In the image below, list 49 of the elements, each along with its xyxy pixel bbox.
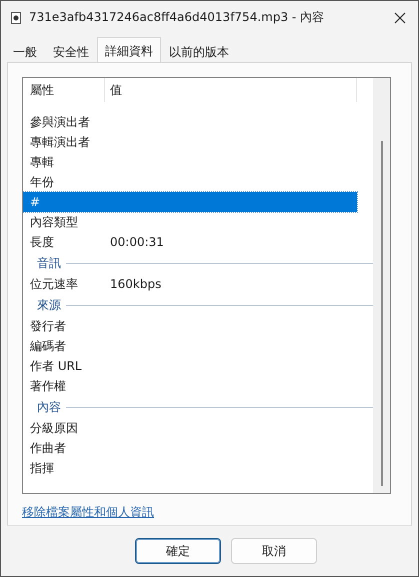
ok-button[interactable]: 確定	[135, 538, 221, 564]
property-name: 年份	[29, 174, 55, 190]
property-name: #	[29, 195, 42, 209]
group-heading: 來源	[37, 296, 61, 314]
property-value: 160kbps	[109, 277, 162, 291]
close-icon[interactable]	[394, 12, 406, 24]
scrollbar[interactable]	[373, 78, 390, 493]
tab[interactable]: 安全性	[45, 40, 97, 62]
property-row[interactable]: 編碼者	[23, 336, 357, 356]
property-name: 參與演出者	[29, 114, 91, 130]
group-heading: 音訊	[37, 254, 61, 272]
property-row[interactable]: 著作權	[23, 376, 357, 396]
tab[interactable]: 一般	[5, 40, 45, 62]
property-name: 作曲者	[29, 440, 67, 456]
property-name: 作者 URL	[29, 358, 83, 374]
property-row[interactable]: 作曲者	[23, 438, 357, 458]
property-name: 發行者	[29, 318, 67, 334]
group-heading: 內容	[37, 398, 61, 416]
property-name: 分級原因	[29, 420, 79, 436]
property-list[interactable]: 屬性 值 參與演出者 專輯演出者 專輯 年份 # 內容類型 長度 00:00:31 音訊 位元速率 160kbps 來源 發行者 編碼者 作者 URL 著作權 內容 分級原因 作曲者 指揮	[22, 77, 391, 494]
property-row[interactable]: 分級原因	[23, 418, 357, 438]
column-header[interactable]: 屬性	[23, 78, 105, 102]
cancel-button[interactable]: 取消	[231, 538, 317, 564]
property-name: 指揮	[29, 460, 55, 476]
property-name: 著作權	[29, 378, 67, 394]
property-row[interactable]: 指揮	[23, 458, 357, 478]
property-name: 內容類型	[29, 214, 79, 230]
property-row[interactable]: 專輯	[23, 152, 357, 172]
tab[interactable]: 詳細資料	[97, 37, 161, 62]
file-icon	[11, 12, 21, 24]
column-header[interactable]: 值	[105, 78, 357, 102]
tab[interactable]: 以前的版本	[161, 40, 237, 62]
property-row[interactable]: #	[23, 192, 357, 212]
window-title: 731e3afb4317246ac8ff4a6d4013f754.mp3 - 內容	[29, 9, 326, 26]
property-row[interactable]: 發行者	[23, 316, 357, 336]
property-row[interactable]: 位元速率 160kbps	[23, 274, 357, 294]
property-name: 編碼者	[29, 338, 67, 354]
property-row[interactable]: 專輯演出者	[23, 132, 357, 152]
property-row[interactable]: 年份	[23, 172, 357, 192]
property-name: 專輯演出者	[29, 134, 91, 150]
property-name: 位元速率	[29, 276, 79, 292]
property-name: 專輯	[29, 154, 55, 170]
property-row[interactable]: 長度 00:00:31	[23, 232, 357, 252]
property-value: 00:00:31	[109, 235, 164, 249]
property-row[interactable]: 內容類型	[23, 212, 357, 232]
remove-properties-link[interactable]: 移除檔案屬性和個人資訊	[22, 505, 154, 519]
property-row[interactable]: 作者 URL	[23, 356, 357, 376]
property-row[interactable]: 參與演出者	[23, 112, 357, 132]
property-name: 長度	[29, 234, 55, 250]
